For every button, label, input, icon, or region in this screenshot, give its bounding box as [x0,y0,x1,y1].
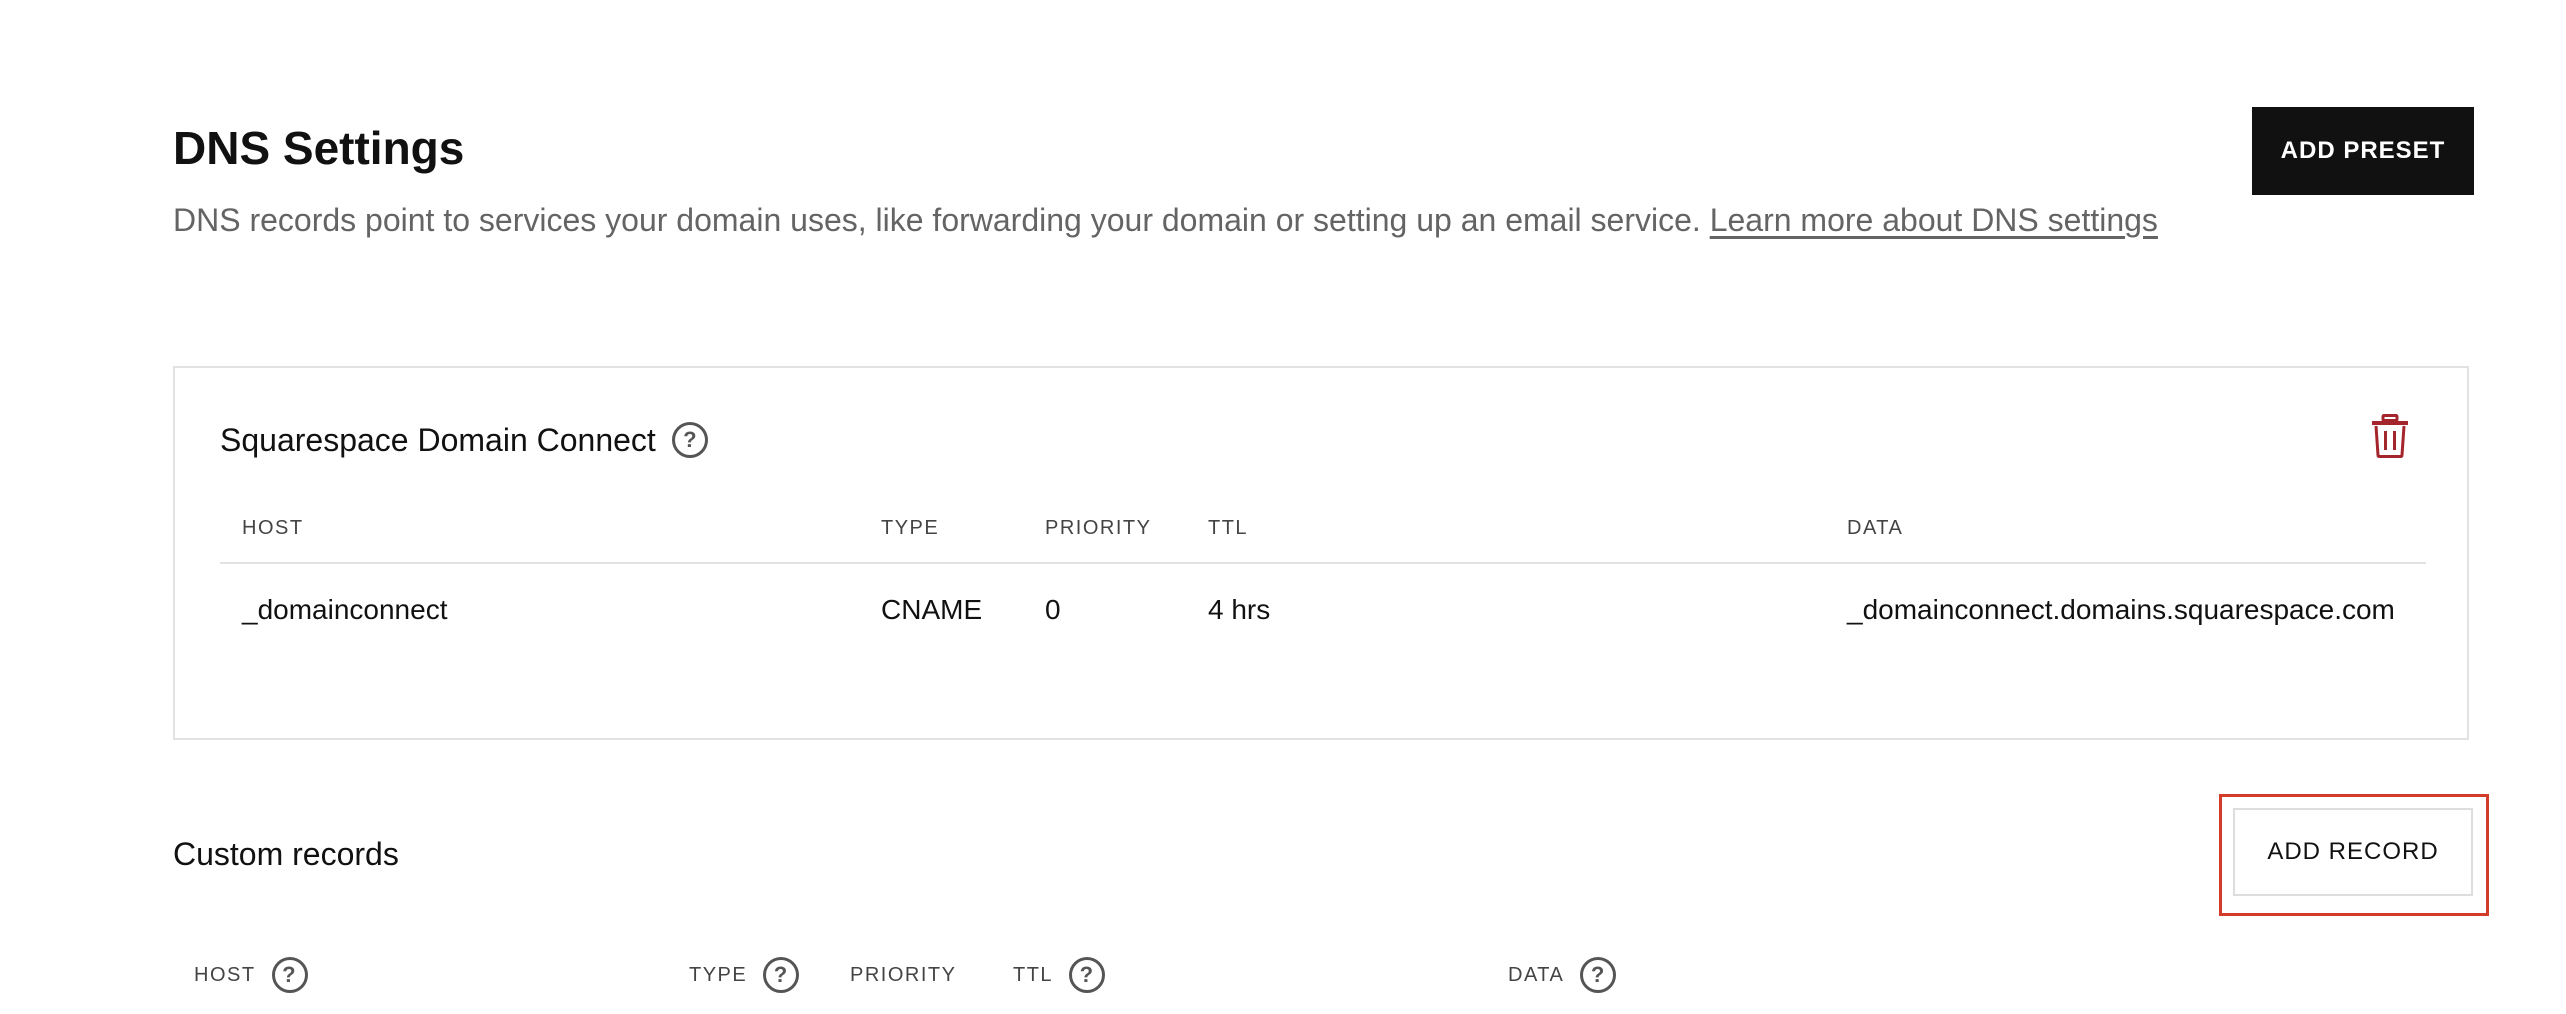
question-circle-icon[interactable]: ? [671,422,708,458]
custom-column-host-label: HOST [194,964,256,986]
trash-icon[interactable] [2370,414,2410,458]
column-header-host: HOST [242,517,304,539]
custom-column-host: HOST ? [194,955,308,995]
question-circle-icon[interactable]: ? [271,957,308,993]
add-record-button[interactable]: ADD RECORD [2233,808,2473,896]
question-circle-icon[interactable]: ? [1580,957,1617,993]
cell-priority: 0 [1045,594,1061,625]
page-description: DNS records point to services your domai… [173,198,2193,243]
domain-connect-title-row: Squarespace Domain Connect ? [220,418,708,462]
add-preset-button[interactable]: ADD PRESET [2252,107,2474,195]
custom-column-priority-label: PRIORITY [850,964,957,986]
custom-column-data-label: DATA [1508,964,1565,986]
custom-column-ttl: TTL ? [1013,955,1106,995]
domain-connect-title: Squarespace Domain Connect [220,422,656,458]
page-title: DNS Settings [173,122,465,174]
column-header-ttl: TTL [1208,517,1249,539]
question-circle-icon[interactable]: ? [763,957,800,993]
column-header-data: DATA [1847,517,1904,539]
column-header-type: TYPE [881,517,940,539]
table-divider [220,562,2426,564]
dns-settings-page: DNS Settings DNS records point to servic… [0,0,2566,1014]
custom-column-type-label: TYPE [689,964,748,986]
table-row[interactable]: _domainconnect CNAME 0 4 hrs _domainconn… [220,588,2426,688]
cell-ttl: 4 hrs [1208,594,1271,625]
custom-column-data: DATA ? [1508,955,1617,995]
custom-column-ttl-label: TTL [1013,964,1054,986]
column-header-priority: PRIORITY [1045,517,1152,539]
learn-more-link[interactable]: Learn more about DNS settings [1710,202,2158,238]
domain-connect-table-header: HOST TYPE PRIORITY TTL DATA [220,510,2426,546]
cell-type: CNAME [881,594,983,625]
custom-records-table-header: HOST ? TYPE ? PRIORITY TTL ? DATA ? [194,955,2444,995]
cell-host: _domainconnect [242,594,448,625]
description-text: DNS records point to services your domai… [173,202,1701,238]
custom-column-type: TYPE ? [689,955,800,995]
cell-data: _domainconnect.domains.squarespace.com [1847,594,2395,625]
custom-records-title: Custom records [173,836,399,872]
domain-connect-card: Squarespace Domain Connect ? HOST TYPE P… [173,366,2469,740]
custom-column-priority: PRIORITY [850,955,956,995]
question-circle-icon[interactable]: ? [1069,957,1106,993]
